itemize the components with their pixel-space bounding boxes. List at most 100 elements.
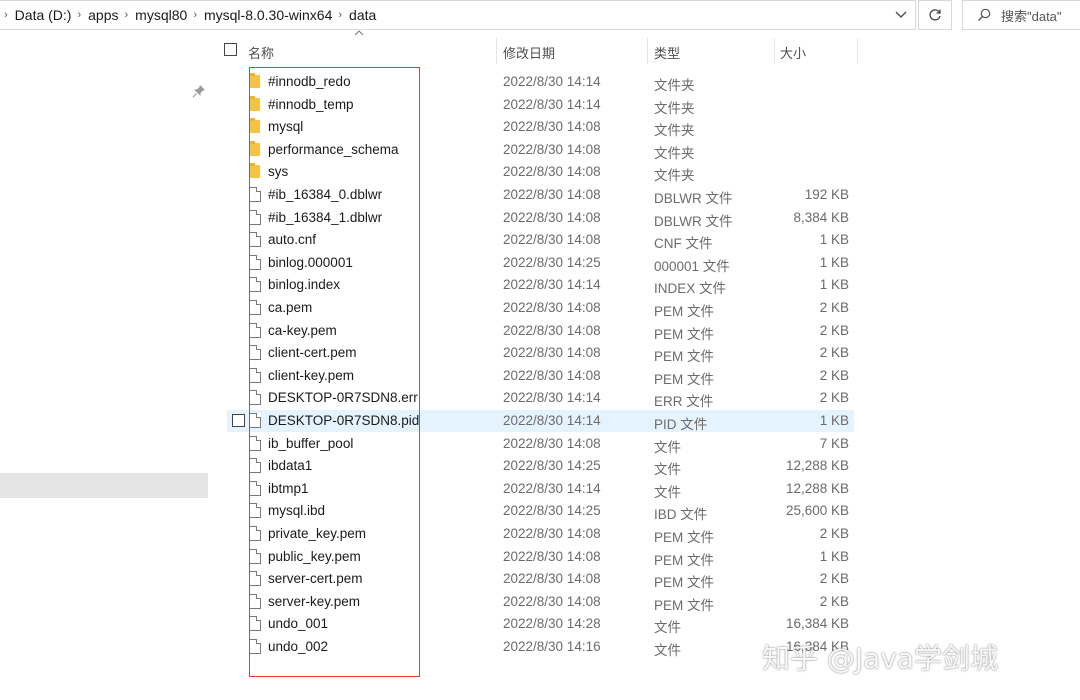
file-icon xyxy=(249,526,263,542)
column-header-size[interactable]: 大小 xyxy=(780,38,856,66)
file-modified-date: 2022/8/30 14:14 xyxy=(503,480,601,496)
chevron-right-icon[interactable]: › xyxy=(338,9,342,21)
file-row[interactable]: #innodb_redo 2022/8/30 14:14 文件夹 xyxy=(227,71,854,93)
file-row[interactable]: private_key.pem 2022/8/30 14:08 PEM 文件 2 KB xyxy=(227,523,854,545)
search-placeholder: 搜索"data" xyxy=(1001,8,1062,24)
file-icon xyxy=(249,480,263,497)
file-icon xyxy=(249,300,263,316)
breadcrumb-label: apps xyxy=(88,7,119,23)
file-row[interactable]: server-key.pem 2022/8/30 14:08 PEM 文件 2 KB xyxy=(227,591,854,613)
select-all-checkbox[interactable] xyxy=(224,43,237,56)
file-row[interactable]: ibdata1 2022/8/30 14:25 文件 12,288 KB xyxy=(227,455,854,477)
file-size: 2 KB xyxy=(819,345,849,361)
file-row[interactable]: mysql 2022/8/30 14:08 文件夹 xyxy=(227,116,854,138)
file-row[interactable]: #ib_16384_1.dblwr 2022/8/30 14:08 DBLWR 文件… xyxy=(227,207,854,229)
file-row[interactable]: server-cert.pem 2022/8/30 14:08 PEM 文件 2 KB xyxy=(227,568,854,590)
file-size: 2 KB xyxy=(819,367,849,383)
file-row[interactable]: performance_schema 2022/8/30 14:08 文件夹 xyxy=(227,139,854,161)
sort-ascending-icon xyxy=(354,30,364,36)
file-modified-date: 2022/8/30 14:16 xyxy=(503,639,601,654)
address-dropdown-button[interactable] xyxy=(888,0,914,30)
file-row[interactable]: DESKTOP-0R7SDN8.pid 2022/8/30 14:14 PID 文件… xyxy=(227,410,854,432)
file-row[interactable]: client-cert.pem 2022/8/30 14:08 PEM 文件 2 KB xyxy=(227,342,854,364)
file-modified-date: 2022/8/30 14:08 xyxy=(503,187,601,202)
pin-icon[interactable] xyxy=(191,83,207,99)
breadcrumb-label: Data (D:) xyxy=(14,7,72,23)
file-type: 文件夹 xyxy=(654,145,695,161)
file-icon xyxy=(249,435,263,452)
file-row[interactable]: undo_001 2022/8/30 14:28 文件 16,384 KB xyxy=(227,613,854,635)
file-modified-date: 2022/8/30 14:25 xyxy=(503,458,601,474)
file-type: 000001 文件 xyxy=(654,258,730,274)
file-type: PEM 文件 xyxy=(654,530,715,545)
column-header-date[interactable]: 修改日期 xyxy=(503,38,647,66)
file-row[interactable]: ibtmp1 2022/8/30 14:14 文件 12,288 KB xyxy=(227,478,854,500)
breadcrumb-item[interactable]: › apps xyxy=(71,7,118,23)
column-divider[interactable] xyxy=(647,38,648,64)
file-type: DBLWR 文件 xyxy=(654,213,733,229)
file-size: 16,384 KB xyxy=(785,616,849,632)
file-modified-date: 2022/8/30 14:08 xyxy=(503,164,601,180)
file-modified-date: 2022/8/30 14:08 xyxy=(503,232,601,248)
column-divider[interactable] xyxy=(496,38,497,64)
chevron-right-icon[interactable]: › xyxy=(193,9,197,21)
file-row[interactable]: binlog.000001 2022/8/30 14:25 000001 文件 1 K… xyxy=(227,252,854,274)
file-type: 文件 xyxy=(654,643,681,658)
file-row[interactable]: DESKTOP-0R7SDN8.err 2022/8/30 14:14 ERR 文件… xyxy=(227,387,854,409)
file-type: 文件夹 xyxy=(654,123,695,139)
file-size: 12,288 KB xyxy=(785,480,849,496)
file-row[interactable]: public_key.pem 2022/8/30 14:08 PEM 文件 1 KB xyxy=(227,546,854,568)
search-input[interactable]: 搜索"data" xyxy=(962,0,1080,30)
file-name: DESKTOP-0R7SDN8.err xyxy=(268,390,418,406)
column-divider[interactable] xyxy=(857,38,858,64)
column-size-label: 大小 xyxy=(780,45,807,61)
file-modified-date: 2022/8/30 14:08 xyxy=(503,345,601,361)
column-divider[interactable] xyxy=(774,38,775,64)
file-row[interactable]: ib_buffer_pool 2022/8/30 14:08 文件 7 KB xyxy=(227,433,854,455)
file-row[interactable]: client-key.pem 2022/8/30 14:08 PEM 文件 2 KB xyxy=(227,365,854,387)
chevron-right-icon[interactable]: › xyxy=(4,9,8,21)
file-modified-date: 2022/8/30 14:08 xyxy=(503,548,601,564)
refresh-button[interactable] xyxy=(918,0,952,30)
file-size: 8,384 KB xyxy=(793,209,849,225)
breadcrumb-item[interactable]: › mysql80 xyxy=(119,7,188,23)
file-name: #innodb_redo xyxy=(268,74,351,89)
file-size: 192 KB xyxy=(804,187,849,202)
file-size: 1 KB xyxy=(819,232,849,248)
file-size: 1 KB xyxy=(819,277,849,293)
file-row[interactable]: ca-key.pem 2022/8/30 14:08 PEM 文件 2 KB xyxy=(227,320,854,342)
file-size: 1 KB xyxy=(819,548,849,564)
file-size: 2 KB xyxy=(819,526,849,541)
file-icon xyxy=(249,345,263,361)
nav-selected-item[interactable] xyxy=(0,473,208,498)
breadcrumb-item[interactable]: › mysql-8.0.30-winx64 xyxy=(187,7,332,23)
breadcrumb-item[interactable]: › data xyxy=(332,7,376,23)
file-row[interactable]: #innodb_temp 2022/8/30 14:14 文件夹 xyxy=(227,94,854,116)
file-row[interactable]: undo_002 2022/8/30 14:16 文件 16,384 KB xyxy=(227,636,854,658)
folder-icon xyxy=(249,163,263,180)
chevron-down-icon xyxy=(895,11,907,18)
file-modified-date: 2022/8/30 14:08 xyxy=(503,209,601,225)
file-type: INDEX 文件 xyxy=(654,281,727,297)
file-modified-date: 2022/8/30 14:25 xyxy=(503,503,601,519)
file-row[interactable]: ca.pem 2022/8/30 14:08 PEM 文件 2 KB xyxy=(227,297,854,319)
file-modified-date: 2022/8/30 14:08 xyxy=(503,593,601,609)
file-icon xyxy=(249,413,263,429)
file-name: server-cert.pem xyxy=(268,571,363,587)
chevron-right-icon[interactable]: › xyxy=(77,9,81,21)
row-checkbox[interactable] xyxy=(232,414,245,427)
file-row[interactable]: sys 2022/8/30 14:08 文件夹 xyxy=(227,161,854,183)
file-icon xyxy=(249,277,263,293)
file-row[interactable]: auto.cnf 2022/8/30 14:08 CNF 文件 1 KB xyxy=(227,229,854,251)
file-row[interactable]: binlog.index 2022/8/30 14:14 INDEX 文件 1 KB xyxy=(227,274,854,296)
file-type: 文件 xyxy=(654,462,681,478)
address-bar[interactable]: › Data (D:) › apps › mysql80 › mysql-8.0.30-win… xyxy=(0,0,916,30)
breadcrumb-item[interactable]: › Data (D:) xyxy=(0,7,71,23)
column-header-type[interactable]: 类型 xyxy=(654,38,774,66)
column-header-name[interactable]: 名称 xyxy=(248,38,496,66)
file-row[interactable]: #ib_16384_0.dblwr 2022/8/30 14:08 DBLWR 文件… xyxy=(227,184,854,206)
file-type: PEM 文件 xyxy=(654,575,715,591)
chevron-right-icon[interactable]: › xyxy=(125,9,129,21)
file-row[interactable]: mysql.ibd 2022/8/30 14:25 IBD 文件 25,600 KB xyxy=(227,500,854,522)
file-modified-date: 2022/8/30 14:08 xyxy=(503,526,601,541)
